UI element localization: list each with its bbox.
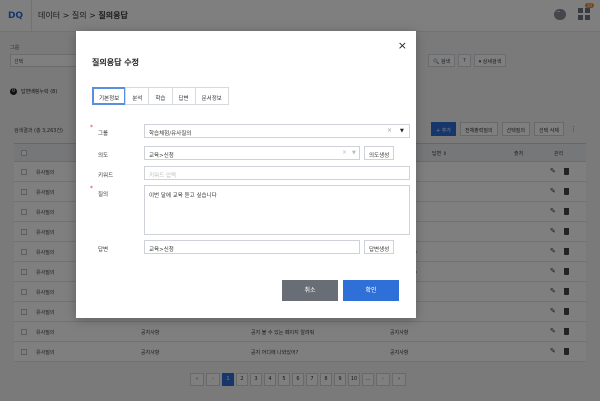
question-textarea[interactable]: 이번 달에 교육 듣고 싶습니다 [144, 185, 410, 235]
required-mark: * [90, 185, 93, 192]
tab-learning[interactable]: 학습 [148, 87, 173, 105]
tab-document-info[interactable]: 문서정보 [194, 87, 229, 105]
edit-qa-dialog: 질의응답 수정 × 기본정보 분석 학습 답변 문서정보 * 그룹 학습체험/유… [76, 31, 416, 318]
chevron-down-icon[interactable]: ▼ [352, 150, 356, 156]
dialog-title: 질의응답 수정 [92, 58, 139, 67]
confirm-button[interactable]: 확인 [343, 280, 399, 301]
chevron-down-icon[interactable]: ▼ [400, 128, 404, 134]
cancel-button[interactable]: 취소 [282, 280, 338, 301]
tab-basic-info[interactable]: 기본정보 [92, 87, 127, 105]
intent-label: 의도 [98, 153, 109, 159]
generate-answer-button[interactable]: 답변생성 [364, 240, 395, 254]
dialog-footer: 취소 확인 [282, 280, 399, 301]
keyword-input[interactable]: 키워드 입력 [144, 166, 410, 180]
group-select[interactable]: 학습체험/유사질의 [144, 124, 410, 138]
clear-icon[interactable]: × [387, 127, 392, 134]
required-mark: * [90, 124, 93, 131]
tab-analysis[interactable]: 분석 [125, 87, 150, 105]
question-label: 질의 [98, 192, 109, 198]
group-label: 그룹 [98, 131, 109, 137]
clear-icon[interactable]: × [342, 149, 347, 156]
generate-intent-button[interactable]: 의도생성 [364, 146, 395, 160]
tab-answer[interactable]: 답변 [171, 87, 196, 105]
close-icon[interactable]: × [398, 40, 407, 51]
answer-input[interactable]: 교육>신청 [144, 240, 360, 254]
answer-label: 답변 [98, 247, 109, 253]
keyword-label: 키워드 [98, 173, 114, 179]
intent-select[interactable]: 교육>신청 [144, 146, 360, 160]
dialog-tabs: 기본정보 분석 학습 답변 문서정보 [92, 87, 229, 105]
